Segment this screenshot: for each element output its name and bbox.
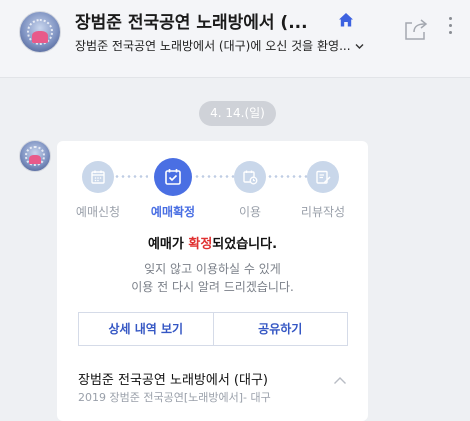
message-avatar[interactable] <box>19 140 51 172</box>
chevron-down-icon[interactable] <box>355 43 364 50</box>
card-actions: 상세 내역 보기 공유하기 <box>78 312 348 346</box>
step-label-confirmed: 예매확정 <box>150 205 196 219</box>
confirmation-desc-line1: 잊지 않고 이용하실 수 있게 <box>144 262 281 276</box>
place-name: 장범준 전국공연 노래방에서 (대구) <box>78 373 268 388</box>
channel-avatar[interactable] <box>19 11 61 53</box>
step-label-use: 이용 <box>238 205 262 219</box>
confirmation-desc-line2: 이용 전 다시 알려 드리겠습니다. <box>131 280 294 294</box>
booking-confirmation-card: 예매신청 예매확정 이용 리뷰작성 예매가 확정되었습니다. 잊지 않고 이용하… <box>57 141 368 421</box>
channel-title[interactable]: 장범준 전국공연 노래방에서 (... <box>75 8 335 33</box>
step-review-icon <box>307 161 339 193</box>
share-button[interactable]: 공유하기 <box>212 313 348 345</box>
home-icon[interactable] <box>337 11 355 29</box>
confirmation-headline: 예매가 확정되었습니다. <box>147 237 278 252</box>
step-confirmed-icon <box>154 158 192 196</box>
step-connector <box>194 175 234 178</box>
date-divider: 4. 14.(일) <box>199 101 276 126</box>
place-subtitle: 2019 장범준 전국공연[노래방에서]- 대구 <box>78 391 271 404</box>
chat-header: 장범준 전국공연 노래방에서 (... 장범준 전국공연 노래방에서 (대구)에… <box>0 0 470 78</box>
chevron-up-icon[interactable] <box>333 376 347 385</box>
subtitle-text: 장범준 전국공연 노래방에서 (대구)에 오신 것을 환영... <box>75 39 351 53</box>
step-connector <box>114 175 148 178</box>
step-label-request: 예매신청 <box>75 205 121 219</box>
step-connector <box>267 175 307 178</box>
view-details-button[interactable]: 상세 내역 보기 <box>79 313 213 345</box>
channel-subtitle[interactable]: 장범준 전국공연 노래방에서 (대구)에 오신 것을 환영... <box>75 37 380 54</box>
step-use-icon <box>234 161 266 193</box>
share-icon[interactable] <box>403 17 429 41</box>
more-vertical-icon[interactable] <box>446 17 454 39</box>
step-label-review: 리뷰작성 <box>300 205 346 219</box>
step-request-icon <box>82 161 114 193</box>
